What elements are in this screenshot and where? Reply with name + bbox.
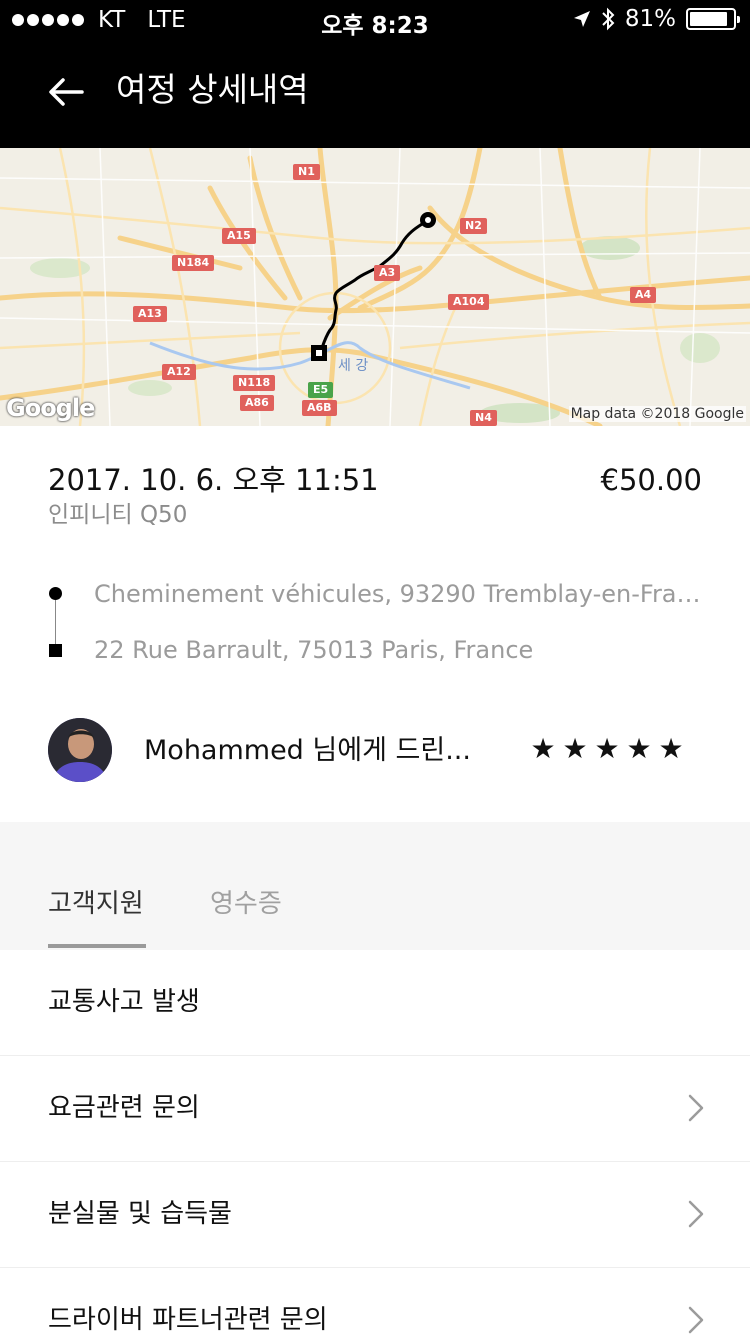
tab-receipt[interactable]: 영수증 (210, 884, 282, 924)
help-item-label: 드라이버 파트너관련 문의 (48, 1305, 328, 1334)
road-label: N184 (172, 255, 215, 271)
star-icon[interactable]: ★ (594, 731, 620, 767)
bluetooth-icon (602, 7, 615, 31)
help-item-accident[interactable]: 교통사고 발생 (0, 950, 750, 1056)
star-icon[interactable]: ★ (530, 731, 556, 767)
google-logo: Google (6, 394, 95, 422)
trip-map[interactable]: 세 강 N1 N2 A15 N184 A3 A104 A4 A13 A12 N1… (0, 148, 750, 426)
help-item-label: 교통사고 발생 (48, 987, 200, 1017)
navigation-bar: 여정 상세내역 (0, 40, 750, 148)
back-button[interactable] (40, 68, 92, 116)
road-label: N118 (233, 375, 276, 391)
help-item-label: 요금관련 문의 (48, 1093, 200, 1123)
battery-percent: 81% (624, 6, 676, 32)
help-item-lost-found[interactable]: 분실물 및 습득물 (0, 1162, 750, 1268)
dropoff-address: 22 Rue Barrault, 75013 Paris, France (94, 636, 534, 664)
pickup-address: Cheminement véhicules, 93290 Tremblay-en… (94, 580, 704, 608)
road-label: A13 (133, 306, 167, 322)
road-label: A86 (240, 395, 274, 411)
dropoff-marker-icon (49, 644, 62, 657)
chevron-right-icon (688, 1306, 704, 1334)
road-label: A6B (302, 400, 337, 416)
chevron-right-icon (688, 1200, 704, 1228)
help-item-driver-partner[interactable]: 드라이버 파트너관련 문의 (0, 1268, 750, 1334)
pickup-marker-icon (49, 587, 62, 600)
road-label: A3 (374, 265, 401, 281)
battery-icon (686, 8, 740, 30)
page-title: 여정 상세내역 (116, 70, 309, 109)
vehicle-name: 인피니티 Q50 (48, 502, 188, 528)
road-label: A104 (448, 294, 490, 310)
river-label: 세 강 (338, 358, 368, 374)
road-label: A15 (222, 228, 256, 244)
tab-support[interactable]: 고객지원 (48, 884, 144, 924)
map-credit: Map data ©2018 Google (568, 406, 746, 422)
road-label: N1 (293, 164, 320, 180)
driver-feedback-message[interactable]: Mohammed 님에게 드린... (144, 733, 471, 769)
road-label: A4 (630, 287, 657, 303)
road-label: A12 (162, 364, 196, 380)
help-item-fare[interactable]: 요금관련 문의 (0, 1056, 750, 1162)
status-bar: KT LTE 오후 8:23 81% (0, 0, 750, 40)
road-label: E5 (308, 382, 334, 398)
driver-avatar (48, 718, 112, 782)
back-arrow-icon (49, 78, 84, 106)
road-label: N2 (460, 218, 487, 234)
star-icon[interactable]: ★ (562, 731, 588, 767)
active-tab-indicator (48, 944, 146, 948)
location-arrow-icon (573, 11, 590, 27)
route-connector (55, 600, 56, 644)
driver-rating[interactable]: ★ ★ ★ ★ ★ (530, 731, 684, 767)
star-icon[interactable]: ★ (658, 731, 684, 767)
chevron-right-icon (688, 1094, 704, 1122)
trip-datetime: 2017. 10. 6. 오후 11:51 (48, 463, 379, 497)
road-label: N4 (470, 410, 497, 426)
star-icon[interactable]: ★ (626, 731, 652, 767)
trip-fare: €50.00 (600, 463, 702, 497)
driver-photo-icon (48, 718, 112, 782)
help-item-label: 분실물 및 습득물 (48, 1199, 232, 1229)
status-right: 81% (573, 6, 740, 32)
